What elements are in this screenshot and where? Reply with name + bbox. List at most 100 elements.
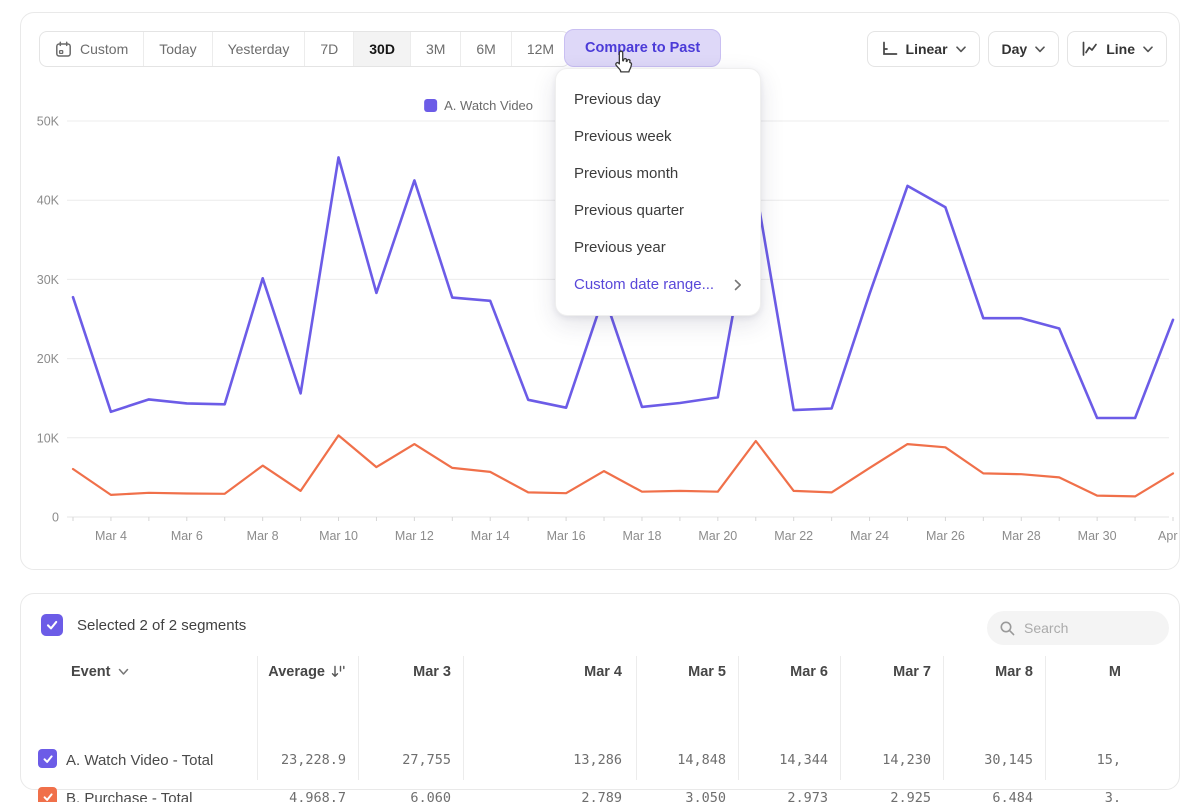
date-range-7d[interactable]: 7D — [304, 32, 353, 66]
table-cell: 4,968.7 — [289, 790, 346, 802]
segments-summary-label: Selected 2 of 2 segments — [77, 617, 246, 634]
table-cell: 6,060 — [410, 790, 451, 802]
column-header-mar-8: Mar 8 — [995, 664, 1033, 680]
table-cell: 14,230 — [882, 752, 931, 768]
event-column-header[interactable]: Event — [71, 664, 129, 680]
date-range-label: Yesterday — [228, 41, 290, 57]
column-divider — [1045, 656, 1046, 780]
date-range-yesterday[interactable]: Yesterday — [212, 32, 305, 66]
date-range-custom[interactable]: Custom — [40, 32, 143, 66]
column-divider — [257, 656, 258, 780]
date-range-label: 30D — [369, 41, 395, 57]
check-icon — [42, 791, 54, 802]
x-axis-label: Mar 12 — [395, 529, 434, 543]
search-icon — [999, 620, 1016, 637]
chart-type-dropdown-button[interactable]: Line — [1067, 31, 1167, 67]
column-header-label: Mar 5 — [688, 664, 726, 680]
x-axis-label: Mar 18 — [623, 529, 662, 543]
table-cell: 27,755 — [402, 752, 451, 768]
chevron-right-icon — [734, 279, 742, 291]
line-chart-icon — [1081, 41, 1098, 57]
date-range-30d[interactable]: 30D — [353, 32, 410, 66]
x-axis-label: Mar 20 — [698, 529, 737, 543]
analytics-page: Custom Today Yesterday 7D 30D 3M 6M 12M Compare… — [0, 0, 1200, 802]
column-header-mar-7: Mar 7 — [893, 664, 931, 680]
menu-item-previous-quarter[interactable]: Previous quarter — [556, 192, 760, 229]
segments-table: Event Average Mar 3 Mar 4 Mar 5 Mar 6 Mar 7 Mar… — [21, 656, 1181, 784]
column-header-label: M — [1109, 664, 1121, 680]
search-input[interactable] — [1024, 620, 1154, 636]
date-range-label: 3M — [426, 41, 445, 57]
date-range-12m[interactable]: 12M — [511, 32, 569, 66]
x-axis-label: Mar 16 — [547, 529, 586, 543]
x-axis-label: Mar 28 — [1002, 529, 1041, 543]
x-axis-label: Mar 26 — [926, 529, 965, 543]
interval-dropdown-button[interactable]: Day — [988, 31, 1060, 67]
date-range-label: 6M — [476, 41, 495, 57]
date-range-6m[interactable]: 6M — [460, 32, 510, 66]
date-range-label: Custom — [80, 41, 128, 57]
segments-summary-row: Selected 2 of 2 segments — [41, 614, 246, 636]
menu-item-previous-month[interactable]: Previous month — [556, 155, 760, 192]
table-cell: 2,973 — [787, 790, 828, 802]
table-cell: 15, — [1097, 752, 1121, 768]
x-axis-label: Mar 30 — [1078, 529, 1117, 543]
chevron-down-icon — [1143, 46, 1153, 53]
column-divider — [943, 656, 944, 780]
x-axis-label: Mar 4 — [95, 529, 127, 543]
scale-dropdown-label: Linear — [906, 41, 948, 57]
sort-descending-icon — [331, 665, 346, 678]
column-header-mar-4: Mar 4 — [584, 664, 622, 680]
chart-options-group: Linear Day Line — [867, 31, 1167, 67]
date-range-today[interactable]: Today — [143, 32, 211, 66]
column-header-label: Mar 6 — [790, 664, 828, 680]
x-axis-label: Mar 8 — [247, 529, 279, 543]
date-range-label: 7D — [320, 41, 338, 57]
column-header-label: Average — [268, 664, 325, 680]
x-axis-label: Mar 6 — [171, 529, 203, 543]
table-cell: 2,789 — [581, 790, 622, 802]
x-axis-label: Mar 22 — [774, 529, 813, 543]
column-header-label: Mar 3 — [413, 664, 451, 680]
x-axis-label: Apr 1 — [1158, 529, 1181, 543]
menu-item-previous-year[interactable]: Previous year — [556, 229, 760, 266]
y-axis-label: 40K — [37, 194, 60, 208]
date-range-label: Today — [159, 41, 196, 57]
segment-row-label: B. Purchase - Total — [66, 790, 192, 802]
x-axis-label: Mar 10 — [319, 529, 358, 543]
column-header-mar-3: Mar 3 — [413, 664, 451, 680]
table-cell: 14,344 — [779, 752, 828, 768]
segments-card: Selected 2 of 2 segments Event Average Mar… — [20, 593, 1180, 790]
compare-to-past-button[interactable]: Compare to Past — [564, 29, 721, 67]
column-divider — [358, 656, 359, 780]
menu-item-custom-date-range[interactable]: Custom date range... — [556, 266, 760, 303]
chevron-down-icon — [1035, 46, 1045, 53]
y-axis-label: 10K — [37, 431, 60, 445]
table-cell: 2,925 — [890, 790, 931, 802]
scale-dropdown-button[interactable]: Linear — [867, 31, 980, 67]
segment-row-label: A. Watch Video - Total — [66, 752, 213, 769]
chevron-down-icon — [956, 46, 966, 53]
menu-item-previous-week[interactable]: Previous week — [556, 118, 760, 155]
y-axis-label: 50K — [37, 115, 60, 129]
legend-label: A. Watch Video — [444, 98, 533, 113]
column-divider — [636, 656, 637, 780]
series-line-b-purchase — [73, 435, 1173, 496]
select-all-checkbox[interactable] — [41, 614, 63, 636]
check-icon — [42, 753, 54, 765]
table-cell: 14,848 — [677, 752, 726, 768]
x-axis-label: Mar 24 — [850, 529, 889, 543]
menu-item-previous-day[interactable]: Previous day — [556, 81, 760, 118]
date-range-3m[interactable]: 3M — [410, 32, 460, 66]
column-divider — [738, 656, 739, 780]
segment-checkbox[interactable] — [38, 749, 57, 768]
legend-item-a-watch-video[interactable]: A. Watch Video — [424, 98, 533, 113]
column-header-m: M — [1109, 664, 1121, 680]
table-cell: 6,484 — [992, 790, 1033, 802]
segment-checkbox[interactable] — [38, 787, 57, 802]
chart-type-dropdown-label: Line — [1106, 41, 1135, 57]
column-header-label: Mar 7 — [893, 664, 931, 680]
column-header-average[interactable]: Average — [268, 664, 346, 680]
date-range-control: Custom Today Yesterday 7D 30D 3M 6M 12M — [39, 31, 570, 67]
column-header-mar-6: Mar 6 — [790, 664, 828, 680]
